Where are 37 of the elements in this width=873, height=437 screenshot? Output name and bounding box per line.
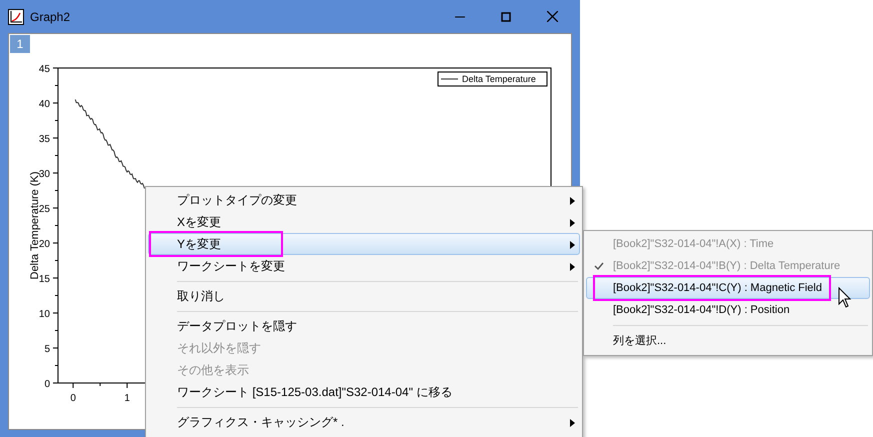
submenu-arrow-icon — [570, 219, 575, 227]
y-tick-label: 20 — [38, 239, 50, 250]
y-tick-label: 40 — [38, 99, 50, 110]
y-axis-title: Delta Temperature (K) — [29, 172, 41, 280]
submenu-arrow-icon — [570, 197, 575, 205]
close-icon — [546, 11, 558, 22]
x-tick-label: 0 — [70, 393, 76, 404]
y-tick-label: 10 — [38, 309, 50, 320]
submenu-arrow-icon — [570, 241, 575, 249]
minimize-icon — [455, 16, 465, 18]
menu-item[interactable]: プロットタイプの変更 — [148, 189, 580, 211]
legend-label: Delta Temperature — [462, 74, 536, 84]
y-tick-label: 35 — [38, 134, 50, 145]
legend-line-sample — [440, 78, 458, 80]
window-title: Graph2 — [30, 10, 72, 24]
y-tick-label: 25 — [38, 204, 50, 215]
y-tick-label: 45 — [38, 64, 50, 75]
menu-item[interactable]: [Book2]"S32-014-04"!C(Y) : Magnetic Field — [586, 277, 870, 299]
menu-item[interactable]: グラフィクス・キャッシング* . — [148, 411, 580, 433]
menu-item[interactable]: ワークシート [S15-125-03.dat]"S32-014-04" に移る — [148, 381, 580, 403]
y-tick-label: 5 — [44, 344, 50, 355]
x-tick-label: 1 — [124, 393, 130, 404]
submenu-arrow-icon — [570, 263, 575, 271]
y-tick-label: 0 — [44, 379, 50, 390]
y-tick-label: 15 — [38, 274, 50, 285]
menu-item[interactable]: Yを変更 — [148, 233, 580, 255]
y-tick-label: 30 — [38, 169, 50, 180]
menu-item[interactable]: 列を選択... — [586, 329, 870, 351]
mouse-pointer-icon — [838, 287, 852, 309]
menu-item[interactable]: ワークシートを変更 — [148, 255, 580, 277]
maximize-icon — [501, 12, 511, 22]
menu-item[interactable]: Xを変更 — [148, 211, 580, 233]
menu-item[interactable]: [Book2]"S32-014-04"!D(Y) : Position — [586, 299, 870, 321]
menu-item[interactable]: データプロットを隠す — [148, 315, 580, 337]
graph-icon — [8, 8, 24, 24]
submenu-arrow-icon — [570, 419, 575, 427]
menu-item[interactable]: 取り消し — [148, 285, 580, 307]
